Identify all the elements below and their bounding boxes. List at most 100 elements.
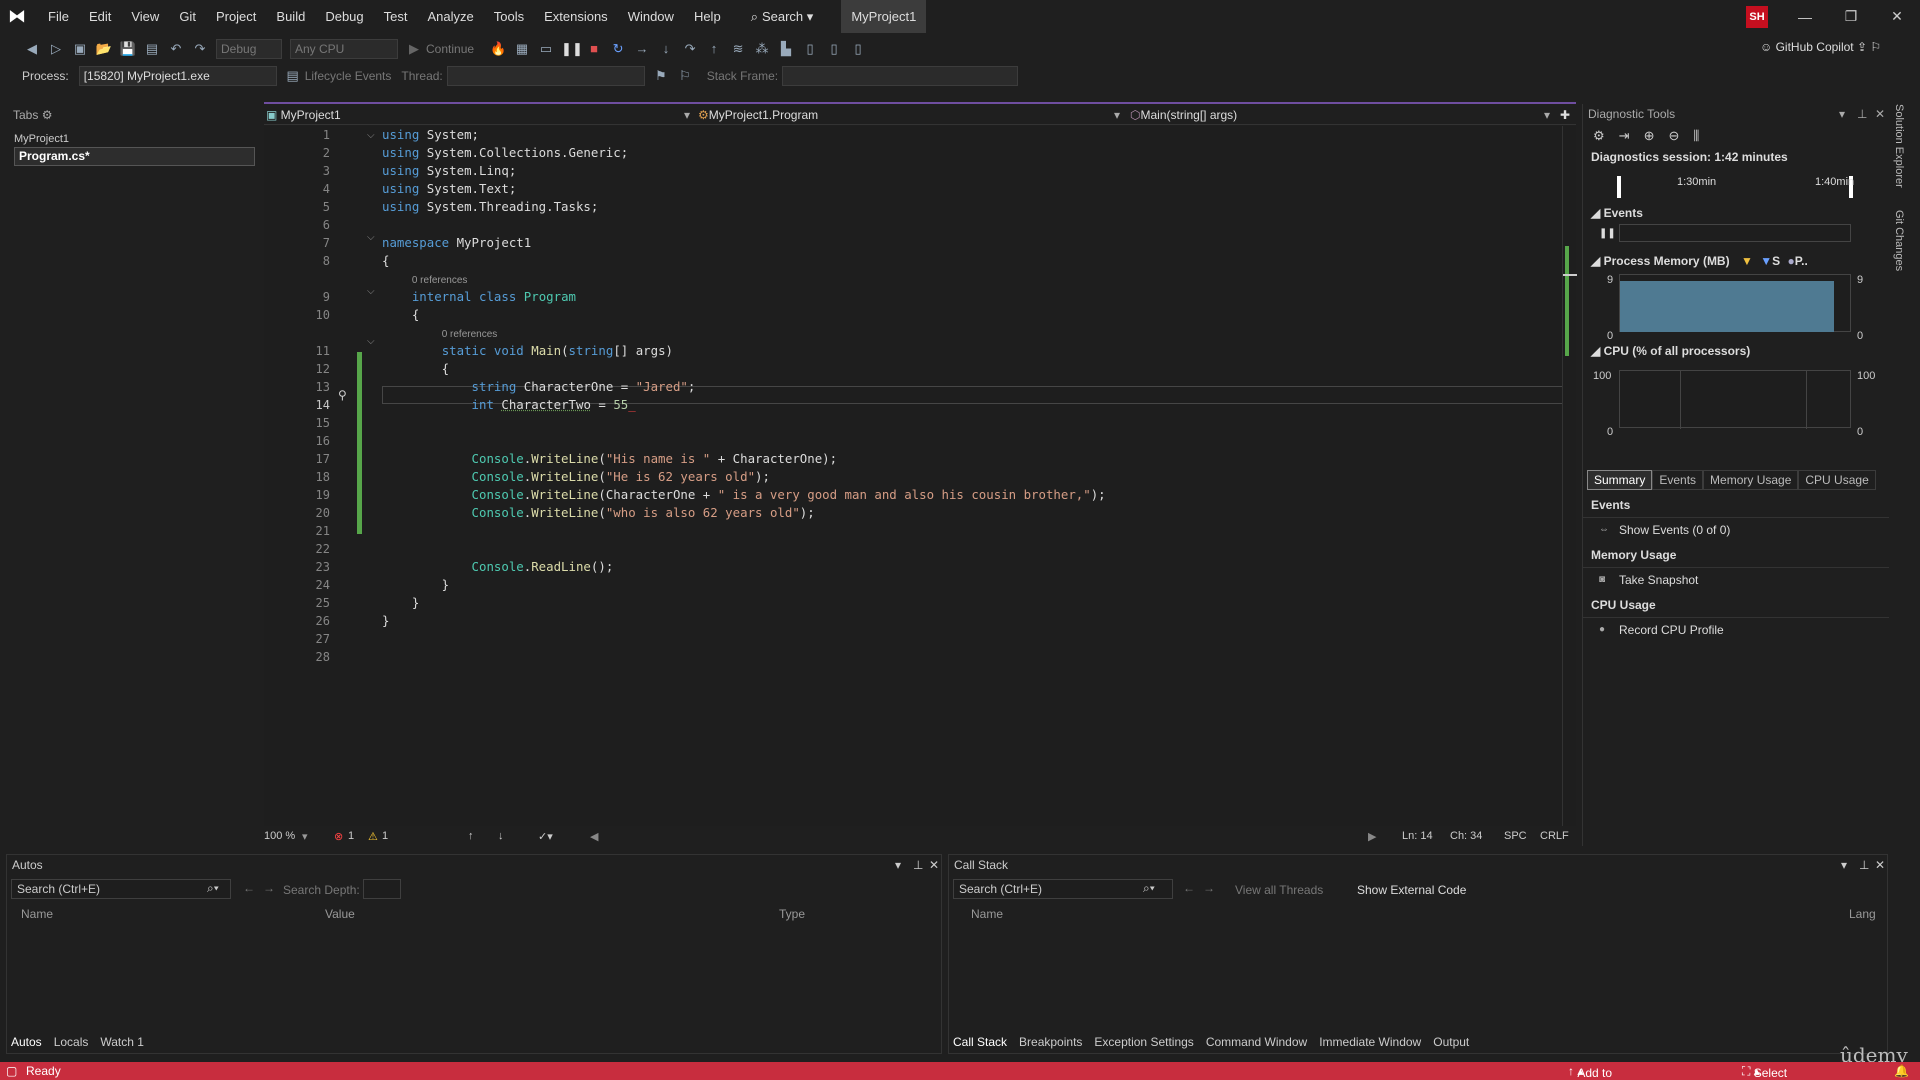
class-dropdown[interactable]: ⚙MyProject1.Program (698, 105, 818, 125)
menu-window[interactable]: Window (618, 0, 684, 33)
line-indicator[interactable]: Ln: 14 (1402, 830, 1433, 842)
zoom-in-icon[interactable]: ⊕ (1644, 128, 1655, 144)
restart-icon[interactable]: ↻ (609, 40, 627, 58)
editor-vertical-scrollbar[interactable] (1562, 126, 1577, 826)
tab-summary[interactable]: Summary (1587, 470, 1653, 490)
forward-icon[interactable]: → (1203, 881, 1215, 895)
redo-icon[interactable]: ↷ (191, 40, 209, 58)
scroll-left-icon[interactable]: ◀ (590, 830, 598, 843)
chevron-down-icon[interactable]: ▾ (1839, 104, 1845, 124)
whitespace-indicator[interactable]: SPC (1504, 830, 1527, 842)
tab-breakpoints[interactable]: Breakpoints (1019, 1035, 1082, 1049)
step-into-icon[interactable]: ↓ (657, 40, 675, 58)
autos-col-name[interactable]: Name (21, 907, 53, 921)
zoom-out-icon[interactable]: ⊖ (1668, 128, 1679, 144)
warning-count[interactable]: 1 (382, 830, 388, 842)
back-icon[interactable]: ← (1183, 881, 1195, 895)
layout-icon[interactable]: ▭ (537, 40, 555, 58)
quick-actions-icon[interactable]: ⚲ (338, 388, 347, 402)
call-stack-search-input[interactable]: Search (Ctrl+E) (953, 879, 1173, 899)
call-stack-col-lang[interactable]: Lang (1849, 907, 1876, 921)
tab-locals[interactable]: Locals (54, 1035, 89, 1049)
menu-tools[interactable]: Tools (484, 0, 534, 33)
close-icon[interactable]: ✕ (929, 855, 939, 875)
error-count[interactable]: 1 (348, 830, 354, 842)
save-all-icon[interactable]: ▤ (143, 40, 161, 58)
code-cleanup-icon[interactable]: ✓▾ (538, 830, 553, 843)
restore-button[interactable]: ❐ (1828, 0, 1874, 33)
chevron-down-icon[interactable]: ▾ (895, 855, 901, 875)
search-depth-dropdown[interactable] (363, 879, 401, 899)
tab-events[interactable]: Events (1652, 470, 1704, 490)
menu-debug[interactable]: Debug (315, 0, 373, 33)
open-file-icon[interactable]: 📂 (95, 40, 113, 58)
navigate-down-icon[interactable]: ↓ (498, 830, 504, 842)
close-icon[interactable]: ✕ (1875, 855, 1885, 875)
menu-edit[interactable]: Edit (79, 0, 121, 33)
gear-icon[interactable]: ⚙ (42, 108, 53, 122)
continue-button[interactable]: Continue (426, 42, 474, 56)
tab-watch-1[interactable]: Watch 1 (100, 1035, 144, 1049)
new-project-icon[interactable]: ▣ (71, 40, 89, 58)
settings-gear-icon[interactable]: ⚙ (1593, 128, 1605, 144)
tab-autos[interactable]: Autos (11, 1035, 42, 1049)
tab-output[interactable]: Output (1433, 1035, 1469, 1049)
step-out-icon[interactable]: ↑ (705, 40, 723, 58)
show-external-code-button[interactable]: Show External Code (1357, 883, 1466, 897)
view-all-threads-button[interactable]: View all Threads (1235, 883, 1323, 897)
close-icon[interactable]: ✕ (1875, 104, 1885, 124)
pin-icon[interactable]: ⊥ (1859, 855, 1869, 875)
menu-analyze[interactable]: Analyze (417, 0, 483, 33)
autos-col-type[interactable]: Type (779, 907, 805, 921)
timeline-ruler[interactable]: 1:30min 1:40min (1617, 176, 1854, 198)
project-dropdown[interactable]: ▣ MyProject1 (266, 105, 341, 125)
process-memory-header[interactable]: ◢ Process Memory (MB) ▼ ▼S ●P.. (1591, 254, 1808, 268)
back-icon[interactable]: ◀ (23, 40, 41, 58)
export-icon[interactable]: ⇥ (1619, 128, 1630, 144)
share-icon[interactable]: ⇪ (1857, 40, 1867, 54)
menu-build[interactable]: Build (266, 0, 315, 33)
tab-call-stack[interactable]: Call Stack (953, 1035, 1007, 1049)
reset-zoom-icon[interactable]: ⫼ (1693, 128, 1699, 144)
configuration-dropdown[interactable]: Debug (216, 39, 282, 59)
save-icon[interactable]: 💾 (119, 40, 137, 58)
threads-icon[interactable]: ▙ (777, 40, 795, 58)
thread-dropdown[interactable] (446, 66, 645, 86)
stack-frame-dropdown[interactable] (782, 66, 1019, 86)
browser-link-icon[interactable]: ▦ (513, 40, 531, 58)
tab-cpu-usage[interactable]: CPU Usage (1798, 470, 1876, 490)
pin-icon[interactable]: ⊥ (1857, 104, 1867, 124)
scroll-right-icon[interactable]: ▶ (1368, 830, 1376, 843)
pause-icon[interactable]: ❚❚ (1599, 228, 1616, 239)
avatar[interactable]: SH (1746, 6, 1768, 28)
notifications-icon[interactable]: 🔔 (1894, 1064, 1909, 1078)
minimize-button[interactable]: — (1782, 0, 1828, 33)
continue-icon[interactable]: ▶ (405, 40, 423, 58)
bookmark-next-icon[interactable]: ▯ (849, 40, 867, 58)
stop-debugging-icon[interactable]: ■ (585, 40, 603, 58)
call-stack-col-name[interactable]: Name (971, 907, 1003, 921)
tab-memory-usage[interactable]: Memory Usage (1703, 470, 1799, 490)
menu-file[interactable]: File (38, 0, 79, 33)
github-copilot-button[interactable]: ☺ GitHub Copilot ⇪ ⚐ (1760, 40, 1881, 54)
warning-icon[interactable]: ⚠ (368, 830, 378, 843)
flag-icon[interactable]: ⚑ (652, 67, 670, 85)
search-icon[interactable]: ⌕▾ (1143, 881, 1155, 896)
menu-git[interactable]: Git (169, 0, 206, 33)
tab-immediate-window[interactable]: Immediate Window (1319, 1035, 1421, 1049)
zoom-dropdown[interactable]: 100 % (264, 830, 295, 842)
step-over-icon[interactable]: ↷ (681, 40, 699, 58)
menu-help[interactable]: Help (684, 0, 731, 33)
error-icon[interactable]: ⊗ (334, 830, 343, 843)
pin-icon[interactable]: ⊥ (913, 855, 923, 875)
autos-col-value[interactable]: Value (325, 907, 355, 921)
bookmark-icon[interactable]: ▯ (801, 40, 819, 58)
chevron-down-icon[interactable]: ▾ (1841, 855, 1847, 875)
back-icon[interactable]: ← (243, 881, 255, 895)
diagnostic-icon[interactable]: ≋ (729, 40, 747, 58)
record-cpu-profile-link[interactable]: ● Record CPU Profile (1583, 618, 1889, 642)
break-all-icon[interactable]: ❚❚ (561, 40, 583, 58)
events-section-header[interactable]: ◢ Events (1591, 206, 1643, 220)
hex-icon[interactable]: ⁂ (753, 40, 771, 58)
bookmark-prev-icon[interactable]: ▯ (825, 40, 843, 58)
